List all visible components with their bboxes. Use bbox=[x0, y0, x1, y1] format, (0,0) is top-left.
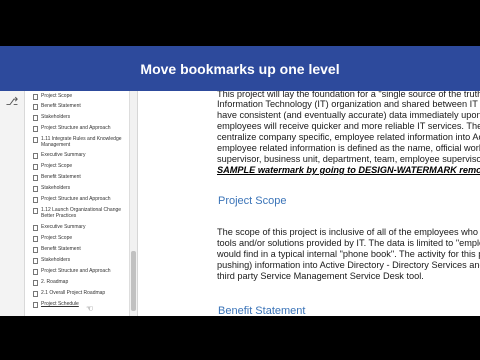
text-line: The scope of this project is inclusive o… bbox=[217, 227, 480, 237]
bookmark-label: Executive Summary bbox=[41, 224, 86, 230]
bookmark-label: Project Scope bbox=[41, 93, 73, 99]
text-line: have consistent (and eventually accurate… bbox=[217, 110, 480, 120]
bookmark-item[interactable]: Benefit Statement bbox=[33, 103, 127, 110]
text-line: pushing) information into Active Directo… bbox=[217, 260, 480, 270]
bookmark-item[interactable]: 2.1 Overall Project Roadmap bbox=[33, 290, 127, 297]
document-page: This project will lay the foundation for… bbox=[137, 91, 480, 316]
bookmark-label: 2.1 Overall Project Roadmap bbox=[41, 290, 106, 296]
bookmark-page-icon bbox=[33, 104, 38, 110]
bookmark-item[interactable]: Project Scope bbox=[33, 93, 127, 100]
bookmark-item[interactable]: 1.12 Launch Organizational Change Better… bbox=[33, 207, 127, 219]
bottom-letterbox bbox=[0, 316, 480, 360]
bookmark-item[interactable]: Project Schedule bbox=[33, 301, 127, 308]
bookmark-page-icon bbox=[33, 137, 38, 143]
bookmarks-panel: Project Scope Benefit Statement Stakeholde… bbox=[25, 91, 129, 316]
bookmark-item[interactable]: Project Structure and Approach bbox=[33, 196, 127, 203]
bookmark-page-icon bbox=[33, 126, 38, 132]
text-line: supervisor, business unit, department, t… bbox=[217, 154, 480, 164]
bookmark-page-icon bbox=[33, 197, 38, 203]
bookmark-page-icon bbox=[33, 236, 38, 242]
bookmark-page-icon bbox=[33, 153, 38, 159]
bookmark-label: Stakeholders bbox=[41, 185, 71, 191]
bookmark-page-icon bbox=[33, 115, 38, 121]
text-line: tools and/or solutions provided by IT. T… bbox=[217, 238, 480, 248]
top-letterbox bbox=[0, 0, 480, 46]
bookmark-item[interactable]: Project Scope bbox=[33, 163, 127, 170]
bookmark-page-icon bbox=[33, 247, 38, 253]
bookmark-item[interactable]: Benefit Statement bbox=[33, 174, 127, 181]
bookmark-label: 1.12 Launch Organizational Change Better… bbox=[41, 207, 122, 219]
bookmark-item[interactable]: Stakeholders bbox=[33, 185, 127, 192]
bookmark-item[interactable]: Project Structure and Approach bbox=[33, 268, 127, 275]
banner-title: Move bookmarks up one level bbox=[140, 60, 340, 77]
bookmark-label: Project Scope bbox=[41, 235, 73, 241]
bookmark-item[interactable]: Benefit Statement bbox=[33, 246, 127, 253]
bookmark-label: Benefit Statement bbox=[41, 246, 81, 252]
caption-banner: Move bookmarks up one level bbox=[0, 46, 480, 91]
bookmark-label: Project Schedule bbox=[41, 301, 79, 307]
scrollbar-thumb[interactable] bbox=[131, 251, 136, 311]
bookmark-item[interactable]: Executive Summary bbox=[33, 152, 127, 159]
bookmark-item[interactable]: Stakeholders bbox=[33, 257, 127, 264]
bookmark-page-icon bbox=[33, 208, 38, 214]
bookmark-item[interactable]: Project Structure and Approach bbox=[33, 125, 127, 132]
pdf-editor-window: ⎇ Project Scope Benefit Statement Stakehol… bbox=[0, 91, 480, 316]
text-line: centralize company specific, employee re… bbox=[217, 132, 480, 142]
text-line: third party Service Management Service D… bbox=[217, 271, 424, 281]
text-line: Information Technology (IT) organization… bbox=[217, 99, 480, 109]
text-line: employees will receive quicker and more … bbox=[217, 121, 480, 131]
bookmark-label: 2. Roadmap bbox=[41, 279, 69, 285]
bookmark-label: Project Structure and Approach bbox=[41, 125, 111, 131]
bookmark-page-icon bbox=[33, 302, 38, 308]
bookmark-item[interactable]: Executive Summary bbox=[33, 224, 127, 231]
section-heading-project-scope: Project Scope bbox=[218, 195, 287, 207]
left-toolstrip: ⎇ bbox=[0, 91, 25, 316]
mouse-cursor-icon: ☜ bbox=[86, 304, 94, 313]
bookmark-label: Project Structure and Approach bbox=[41, 268, 111, 274]
bookmark-item[interactable]: Project Scope bbox=[33, 235, 127, 242]
bookmark-item[interactable]: Stakeholders bbox=[33, 114, 127, 121]
bookmark-page-icon bbox=[33, 269, 38, 275]
bookmark-label: 1.11 Integrate Rules and Knowledge Manag… bbox=[41, 136, 122, 148]
bookmark-cursor-icon[interactable]: ⎇ bbox=[5, 95, 19, 109]
bookmark-label: Project Scope bbox=[41, 163, 73, 169]
bookmark-page-icon bbox=[33, 175, 38, 181]
bookmark-label: Stakeholders bbox=[41, 114, 71, 120]
bookmark-page-icon bbox=[33, 94, 38, 100]
bookmark-item[interactable]: 2. Roadmap bbox=[33, 279, 127, 286]
bookmark-label: Benefit Statement bbox=[41, 174, 81, 180]
bookmark-page-icon bbox=[33, 291, 38, 297]
bookmark-page-icon bbox=[33, 164, 38, 170]
bookmark-page-icon bbox=[33, 225, 38, 231]
watermark-text: SAMPLE watermark by going to DESIGN-WATE… bbox=[217, 165, 480, 175]
bookmark-label: Benefit Statement bbox=[41, 103, 81, 109]
bookmark-page-icon bbox=[33, 186, 38, 192]
text-line: would find in a typical internal "phone … bbox=[217, 249, 480, 259]
bookmark-label: Stakeholders bbox=[41, 257, 71, 263]
section-heading-benefit-statement: Benefit Statement bbox=[218, 305, 306, 316]
bookmark-page-icon bbox=[33, 280, 38, 286]
bookmark-page-icon bbox=[33, 258, 38, 264]
bookmark-label: Executive Summary bbox=[41, 152, 86, 158]
bookmark-label: Project Structure and Approach bbox=[41, 196, 111, 202]
bookmark-item[interactable]: 1.11 Integrate Rules and Knowledge Manag… bbox=[33, 136, 127, 148]
text-line: employee related information is defined … bbox=[217, 143, 480, 153]
